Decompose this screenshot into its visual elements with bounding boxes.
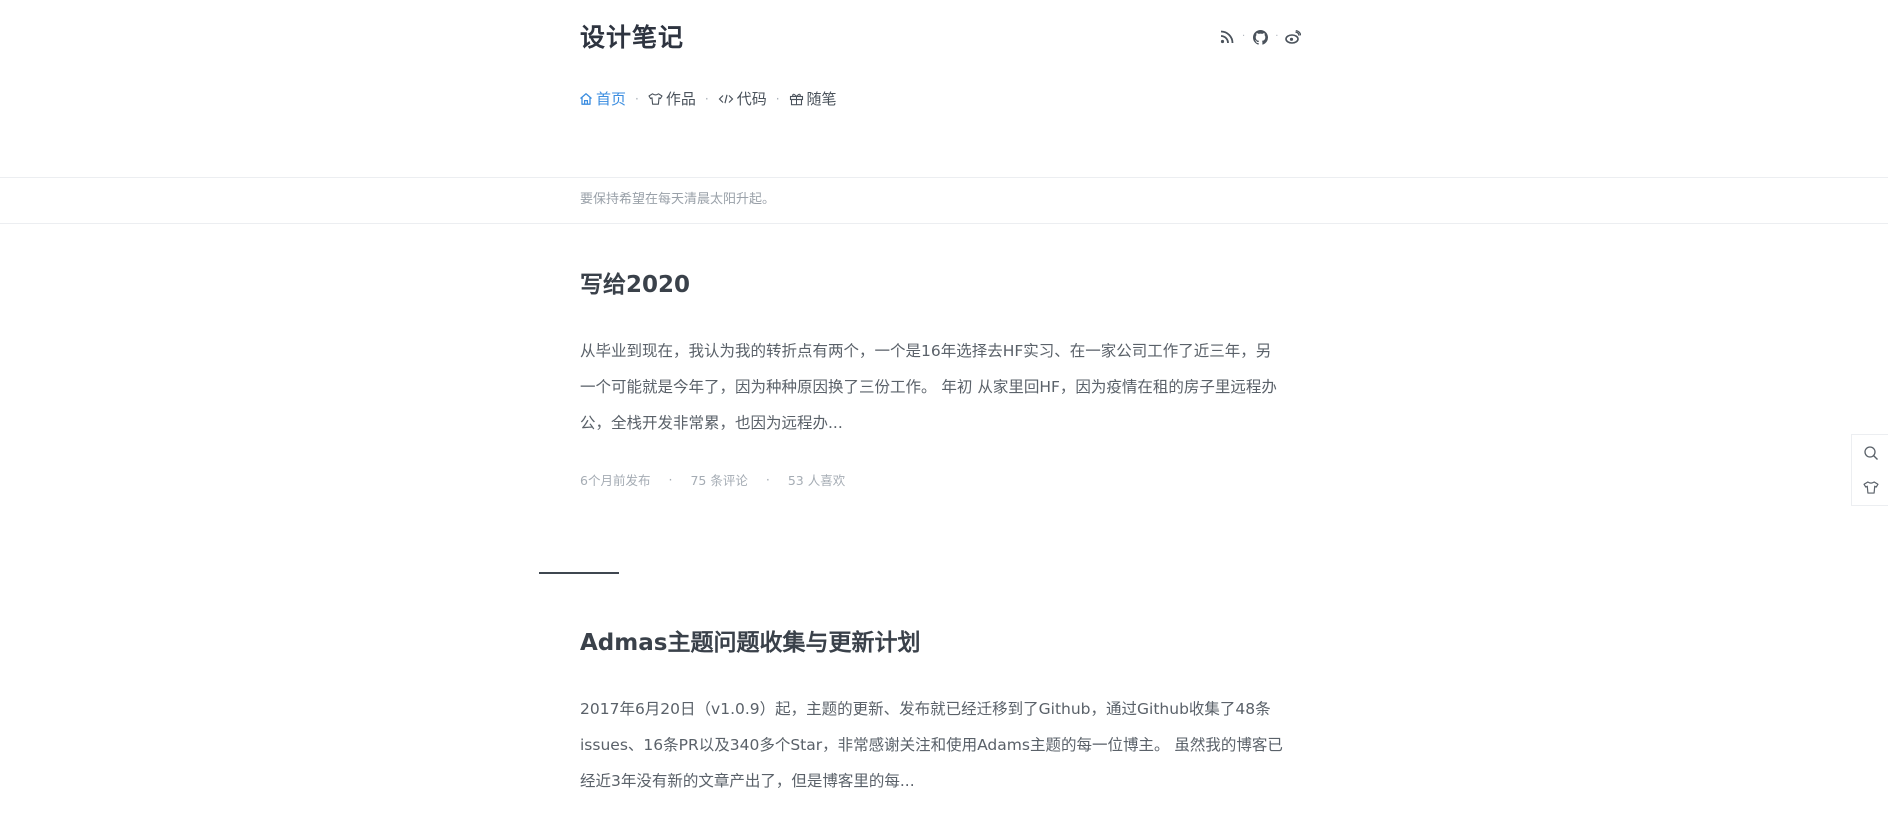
gift-icon [789,93,803,106]
nav-item-label: 首页 [596,90,627,108]
motto-bar: 要保持希望在每天清晨太阳升起。 [0,177,1888,224]
separator: · [1275,31,1279,42]
nav-item-code[interactable]: 代码 [718,89,767,109]
post-title[interactable]: Admas主题问题收集与更新计划 [580,628,1285,658]
separator: · [704,92,709,106]
post-excerpt: 从毕业到现在，我认为我的转折点有两个，一个是16年选择去HF实习、在一家公司工作… [580,342,1277,432]
rss-icon[interactable] [1218,28,1236,46]
site-header: 设计笔记 · · 首页 · 作品 · 代码 · 随笔 [0,0,1888,178]
shirt-icon[interactable] [1861,478,1881,498]
nav-item-home[interactable]: 首页 [579,89,626,109]
post-card: 写给2020 从毕业到现在，我认为我的转折点有两个，一个是16年选择去HF实习、… [580,270,1285,489]
post-meta: 6个月前发布 · 75 条评论 · 53 人喜欢 [580,470,1285,489]
nav-item-works[interactable]: 作品 [648,89,696,109]
main-nav: 首页 · 作品 · 代码 · 随笔 [579,89,837,109]
separator: · [1242,31,1246,42]
post-excerpt: 2017年6月20日（v1.0.9）起，主题的更新、发布就已经迁移到了Githu… [580,700,1283,790]
nav-item-label: 作品 [665,90,696,108]
shirt-icon [648,93,663,105]
home-icon [580,93,592,105]
site-title[interactable]: 设计笔记 [580,22,684,54]
side-toolbar [1851,434,1888,506]
separator: · [765,472,770,487]
search-icon[interactable] [1861,443,1881,463]
post-title[interactable]: 写给2020 [580,270,1285,300]
social-links: · · [1218,28,1302,46]
post-comments[interactable]: 75 条评论 [690,470,747,489]
site-motto: 要保持希望在每天清晨太阳升起。 [580,192,776,207]
post-likes[interactable]: 53 人喜欢 [788,470,845,489]
separator: · [635,92,639,106]
nav-item-label: 代码 [736,90,767,108]
nav-item-essays[interactable]: 随笔 [789,89,837,109]
post-card: Admas主题问题收集与更新计划 2017年6月20日（v1.0.9）起，主题的… [580,628,1285,799]
nav-item-label: 随笔 [806,90,837,108]
post-divider [539,572,619,574]
github-icon[interactable] [1251,28,1269,46]
weibo-icon[interactable] [1284,28,1302,46]
separator: · [775,92,780,106]
post-published: 6个月前发布 [580,473,651,488]
separator: · [668,472,673,487]
code-icon [718,94,734,104]
